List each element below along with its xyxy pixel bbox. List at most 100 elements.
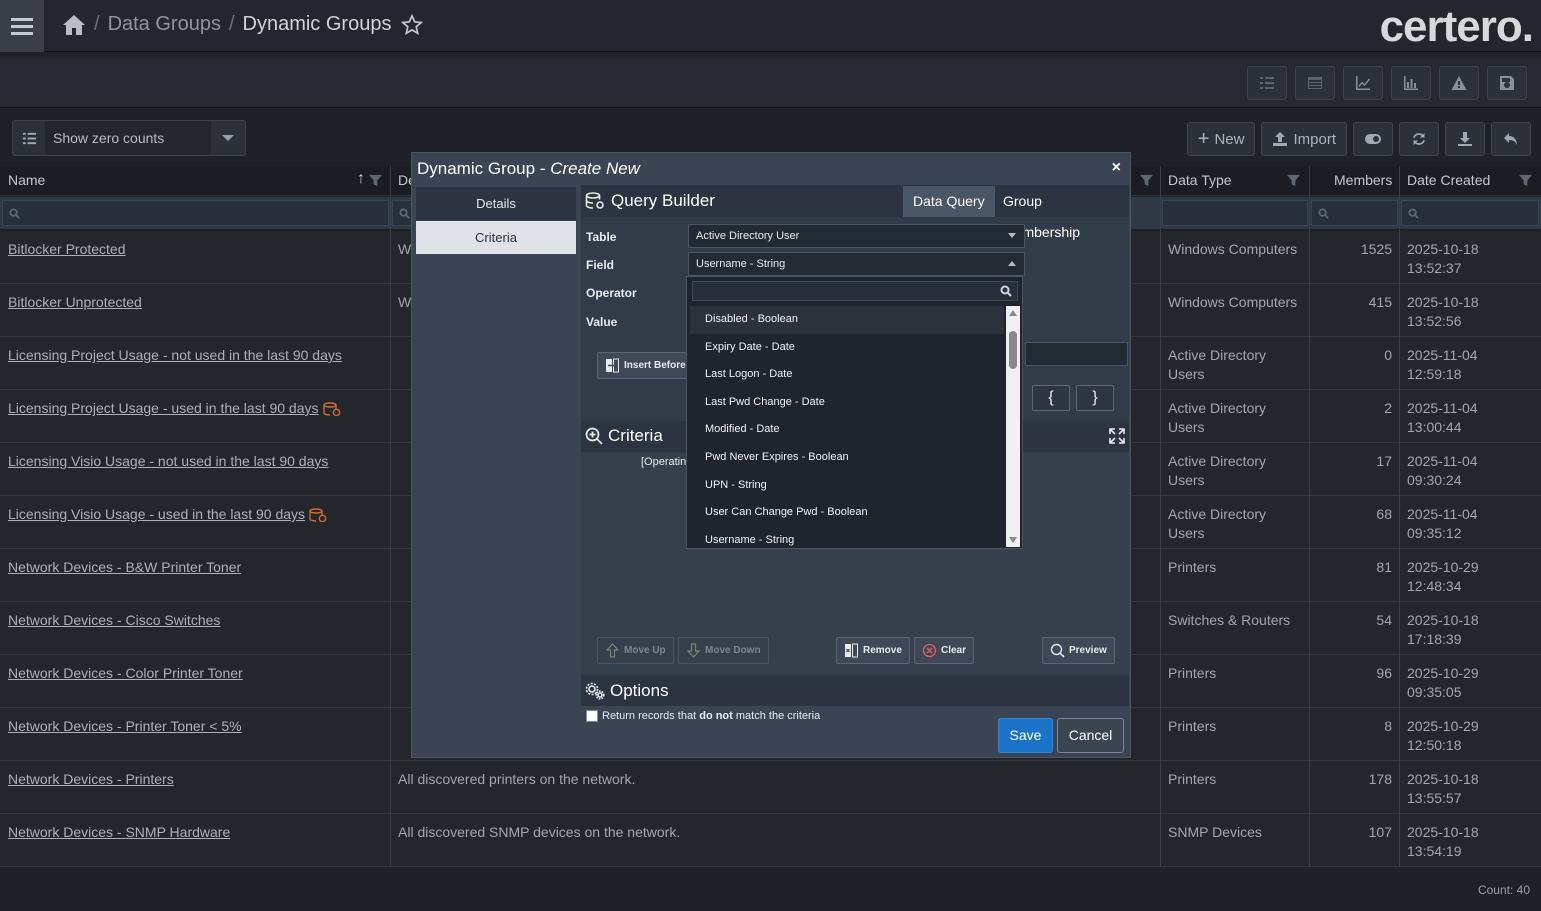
scrollbar-thumb[interactable]	[1009, 331, 1017, 369]
import-button[interactable]: Import	[1261, 122, 1347, 156]
zero-counts-select[interactable]: Show zero counts	[12, 120, 246, 156]
group-members: 178	[1368, 771, 1392, 787]
preview-button[interactable]: Preview	[1042, 637, 1115, 664]
close-icon[interactable]: ×	[1112, 159, 1121, 177]
table-select[interactable]: Active Directory User	[688, 224, 1025, 248]
filter-icon[interactable]	[369, 174, 382, 187]
close-brace-button[interactable]: }	[1076, 385, 1114, 411]
download-button[interactable]	[1445, 122, 1485, 156]
field-option[interactable]: User Can Change Pwd - Boolean	[690, 499, 1004, 527]
column-header-name[interactable]: Name	[8, 172, 45, 188]
remove-button[interactable]: Remove	[836, 637, 910, 664]
date-value: 2025-11-04	[1407, 400, 1478, 416]
field-option[interactable]: Disabled - Boolean	[690, 306, 1004, 334]
data-type-filter-input[interactable]	[1162, 200, 1308, 226]
insert-before-button[interactable]: Insert Before	[597, 352, 694, 379]
page-title: Dynamic Groups	[242, 13, 392, 35]
field-option[interactable]: Pwd Never Expires - Boolean	[690, 444, 1004, 472]
record-count: Count: 40	[1477, 883, 1530, 897]
field-select[interactable]: Username - String	[688, 252, 1025, 276]
import-label: Import	[1293, 130, 1336, 148]
table-label: Table	[586, 230, 617, 244]
scroll-up-icon[interactable]	[1009, 310, 1017, 316]
line-chart-button[interactable]	[1343, 66, 1383, 100]
field-option[interactable]: Last Pwd Change - Date	[690, 389, 1004, 417]
group-members: 54	[1376, 612, 1392, 628]
date-value: 2025-10-29	[1407, 718, 1479, 734]
save-view-button[interactable]	[1487, 66, 1527, 100]
group-name-link[interactable]: Licensing Project Usage - not used in th…	[8, 346, 342, 365]
tab-group-membership[interactable]: Group Membership	[993, 186, 1129, 240]
column-header-data-type[interactable]: Data Type	[1168, 172, 1232, 188]
date-filter-input[interactable]	[1401, 200, 1539, 226]
column-header-date-created[interactable]: Date Created	[1407, 172, 1490, 188]
field-option[interactable]: Last Logon - Date	[690, 361, 1004, 389]
expand-icon[interactable]	[1109, 428, 1125, 444]
group-name-link[interactable]: Licensing Visio Usage - used in the last…	[8, 505, 327, 524]
tab-criteria[interactable]: Criteria	[416, 221, 576, 255]
clear-button[interactable]: Clear	[914, 637, 975, 664]
field-option[interactable]: Expiry Date - Date	[690, 334, 1004, 362]
tab-details[interactable]: Details	[416, 187, 576, 221]
star-icon[interactable]	[401, 13, 424, 36]
new-button[interactable]: + New	[1186, 122, 1256, 156]
open-brace-button[interactable]: {	[1032, 385, 1070, 411]
date-value: 2025-10-18	[1407, 824, 1479, 840]
time-value: 09:35:05	[1407, 684, 1462, 700]
members-filter-input[interactable]	[1311, 200, 1398, 226]
description-filter-input[interactable]	[392, 200, 412, 226]
cancel-button[interactable]: Cancel	[1057, 718, 1124, 753]
move-up-button[interactable]: Move Up	[597, 637, 674, 664]
alert-button[interactable]	[1439, 66, 1479, 100]
move-down-button[interactable]: Move Down	[678, 637, 769, 664]
back-button[interactable]	[1491, 122, 1531, 156]
group-date-created: 2025-10-18 17:18:39	[1407, 611, 1479, 649]
scroll-down-icon[interactable]	[1009, 537, 1017, 543]
toggle-icon	[1365, 134, 1381, 144]
top-bar: / Data Groups / Dynamic Groups certero.	[0, 0, 1541, 52]
table-view-button[interactable]	[1295, 66, 1335, 100]
toggle-button[interactable]	[1353, 122, 1393, 156]
name-filter-input[interactable]	[2, 200, 389, 226]
group-members: 96	[1376, 665, 1392, 681]
home-icon[interactable]	[62, 14, 86, 36]
refresh-button[interactable]	[1399, 122, 1439, 156]
zoom-in-icon	[585, 427, 603, 445]
time-value: 12:50:18	[1407, 737, 1462, 753]
filter-icon[interactable]	[1140, 174, 1153, 187]
group-data-type: Windows Computers	[1168, 294, 1298, 310]
group-name-link[interactable]: Bitlocker Protected	[8, 240, 126, 259]
date-value: 2025-10-18	[1407, 771, 1479, 787]
value-label: Value	[586, 315, 618, 329]
field-option[interactable]: UPN - String	[690, 472, 1004, 500]
filter-icon[interactable]	[1519, 174, 1532, 187]
sort-arrow-icon[interactable]: ↑	[357, 170, 365, 188]
group-name-link[interactable]: Network Devices - Cisco Switches	[8, 611, 220, 630]
group-name-link[interactable]: Network Devices - B&W Printer Toner	[8, 558, 241, 577]
group-name-link[interactable]: Licensing Visio Usage - not used in the …	[8, 452, 328, 471]
save-button[interactable]: Save	[998, 718, 1053, 753]
menu-icon[interactable]	[0, 0, 44, 52]
value-input[interactable]	[1025, 342, 1128, 366]
column-header-members[interactable]: Members	[1334, 172, 1392, 188]
dropdown-scrollbar[interactable]	[1006, 306, 1020, 547]
bar-chart-button[interactable]	[1391, 66, 1431, 100]
field-search-input[interactable]	[692, 281, 1018, 301]
group-name-link[interactable]: Network Devices - Printers	[8, 770, 174, 789]
filter-icon[interactable]	[1287, 174, 1300, 187]
list-view-button[interactable]	[1247, 66, 1287, 100]
chevron-down-icon[interactable]	[211, 135, 245, 141]
group-name-link[interactable]: Licensing Project Usage - used in the la…	[8, 399, 341, 418]
group-data-type: Switches & Routers	[1168, 612, 1291, 628]
exclude-criteria-checkbox[interactable]	[586, 710, 598, 722]
group-name-link[interactable]: Network Devices - Color Printer Toner	[8, 664, 243, 683]
tab-data-query[interactable]: Data Query	[903, 186, 995, 217]
group-name-link[interactable]: Network Devices - SNMP Hardware	[8, 823, 230, 842]
field-option[interactable]: Username - String	[690, 527, 1004, 555]
group-name-link[interactable]: Bitlocker Unprotected	[8, 293, 142, 312]
group-name-link[interactable]: Network Devices - Printer Toner < 5%	[8, 717, 242, 736]
group-members: 8	[1384, 718, 1392, 734]
breadcrumb-data-groups[interactable]: Data Groups	[108, 13, 221, 36]
field-option[interactable]: Modified - Date	[690, 416, 1004, 444]
group-date-created: 2025-11-04 09:35:12	[1407, 505, 1478, 543]
